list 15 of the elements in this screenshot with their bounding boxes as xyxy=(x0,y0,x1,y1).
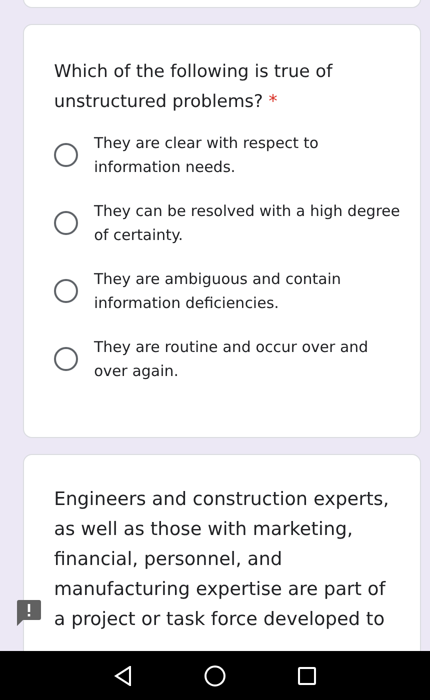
recents-icon[interactable] xyxy=(298,666,316,684)
report-icon[interactable] xyxy=(17,600,41,626)
radio-button[interactable] xyxy=(54,347,78,371)
option-label[interactable]: They can be resolved with a high degree of certainty. xyxy=(94,199,400,247)
option-label[interactable]: They are routine and occur over and over again. xyxy=(94,335,400,383)
home-icon[interactable] xyxy=(204,664,226,686)
question-text: Engineers and construction experts, as well as those with marketing, financial, personnel, and manufacturing expertise are part of a project or task force developed to xyxy=(54,488,390,632)
radio-button[interactable] xyxy=(54,211,78,235)
required-mark: * xyxy=(268,92,278,112)
radio-button[interactable] xyxy=(54,143,78,167)
question-title: Which of the following is true of unstructured problems? * xyxy=(54,61,334,114)
option-label[interactable]: They are clear with respect to information needs. xyxy=(94,131,400,179)
radio-button[interactable] xyxy=(54,279,78,303)
option-label[interactable]: They are ambiguous and contain information deficiencies. xyxy=(94,267,400,315)
back-icon[interactable] xyxy=(114,666,132,686)
